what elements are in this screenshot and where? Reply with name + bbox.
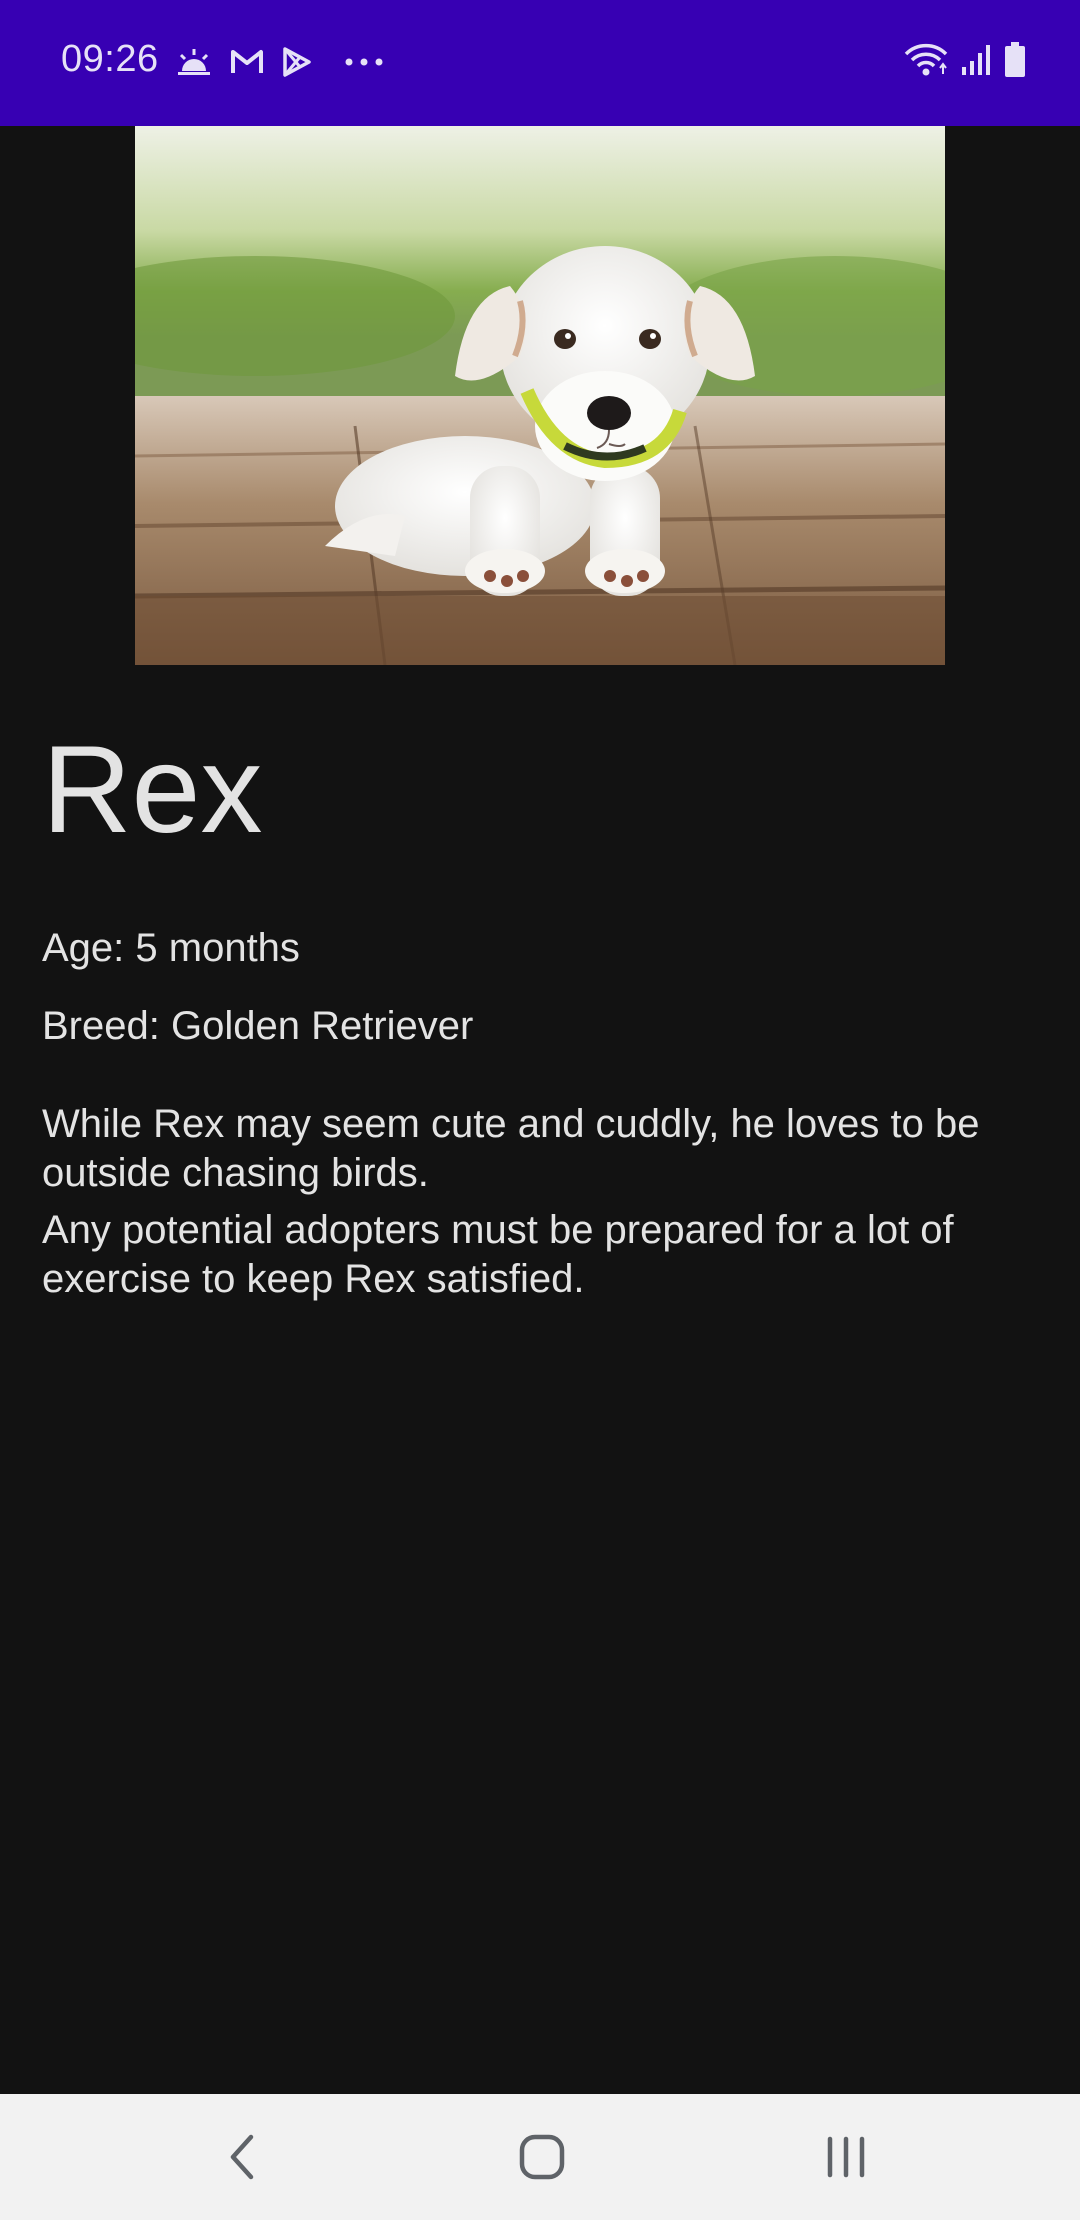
dog-breed-text: Breed: Golden Retriever [42,1004,474,1048]
dog-age-text: Age: 5 months [42,926,300,970]
dog-description: While Rex may seem cute and cuddly, he l… [42,1100,1032,1312]
wifi-icon [904,42,948,83]
status-time: 09:26 [61,38,159,80]
battery-icon [1004,41,1026,83]
back-button[interactable] [162,2094,322,2220]
status-icons-right [904,40,1026,84]
recents-icon [827,2136,865,2178]
gmail-icon [230,49,264,75]
dog-description-line-1: While Rex may seem cute and cuddly, he l… [42,1102,980,1195]
recents-button[interactable] [766,2094,926,2220]
status-icons-left [176,42,384,82]
home-icon [519,2134,565,2180]
more-dots-icon [344,57,384,67]
home-button[interactable] [462,2094,622,2220]
dog-description-line-2: Any potential adopters must be prepared … [42,1208,954,1301]
cell-signal-icon [960,43,992,82]
status-bar: 09:26 [0,0,1080,126]
screen: 09:26 Rex Age: 5 months Breed: Golden Re… [0,0,1080,2220]
play-store-icon [282,47,312,77]
dog-photo [135,126,945,665]
system-nav-bar [0,2094,1080,2220]
dog-name-title: Rex [42,721,263,859]
weather-sunrise-icon [176,47,212,77]
back-icon [230,2134,254,2180]
